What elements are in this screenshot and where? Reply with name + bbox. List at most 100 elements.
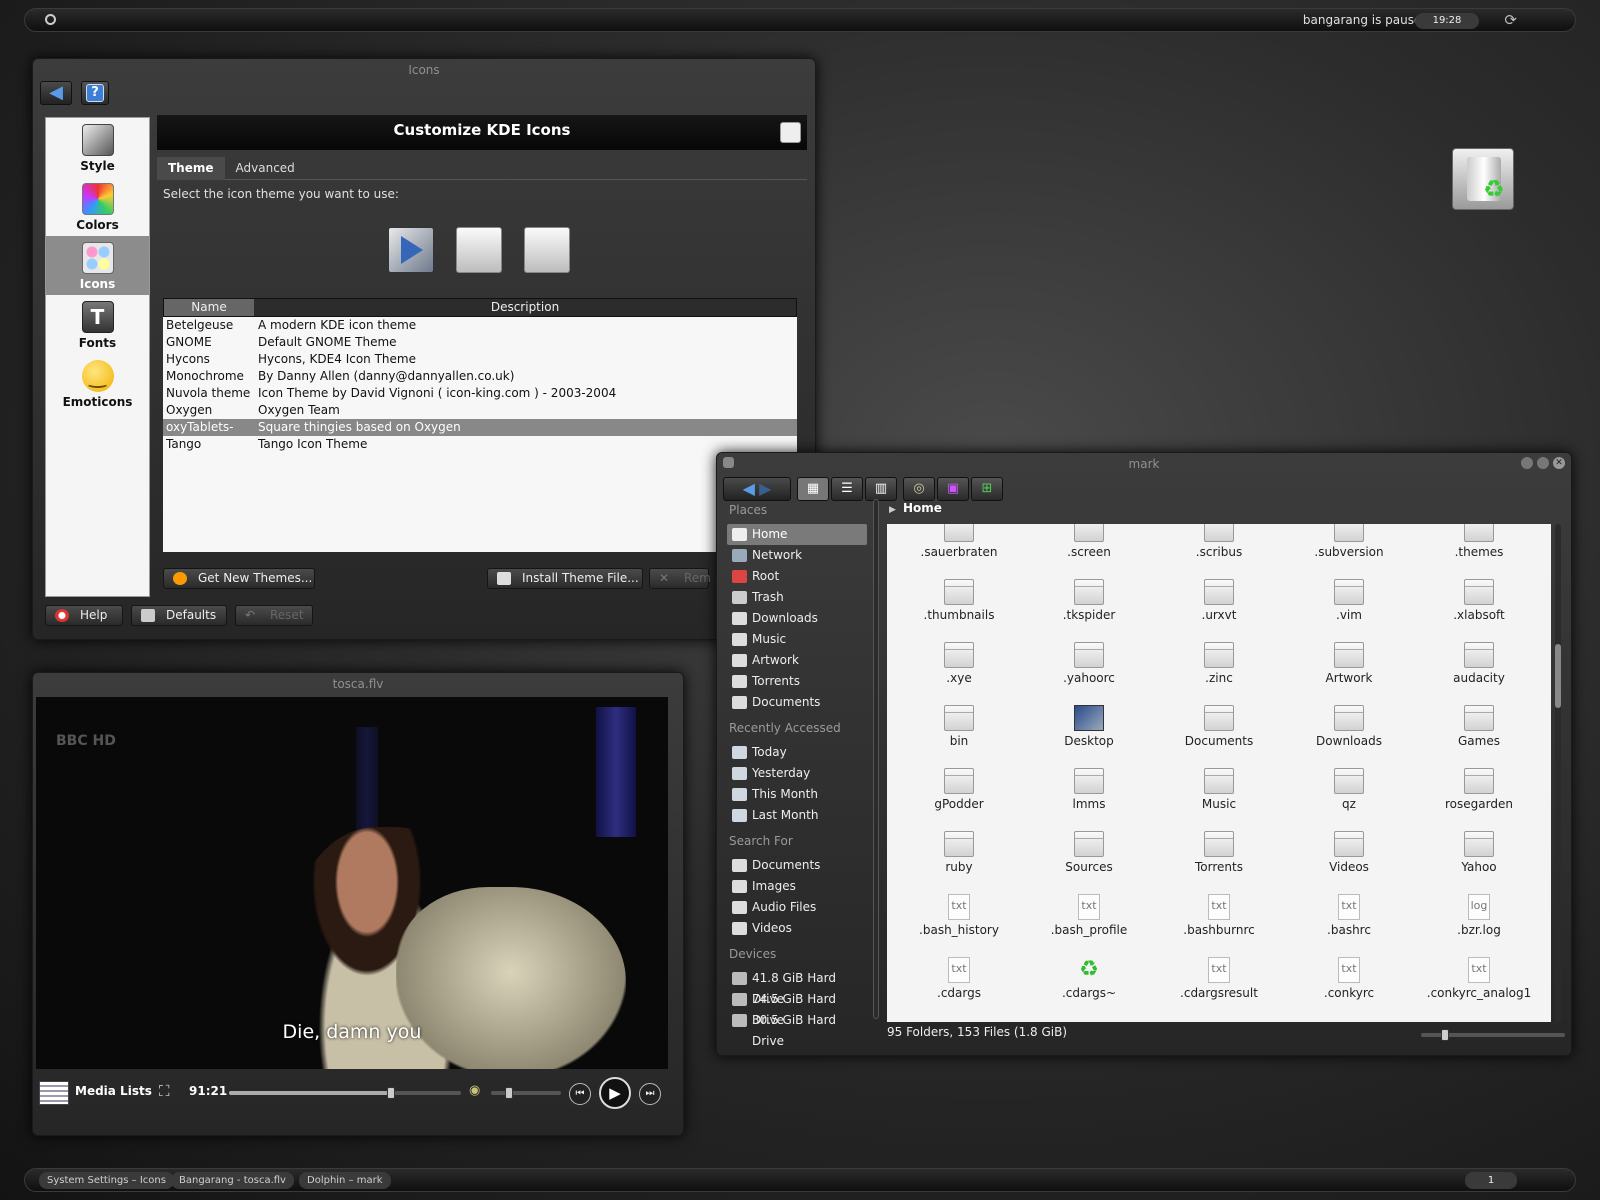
forward-arrow-icon[interactable]: ▶ bbox=[759, 479, 771, 498]
places-item-audio-files[interactable]: Audio Files bbox=[727, 897, 867, 918]
media-lists-button[interactable]: Media Lists bbox=[75, 1084, 152, 1098]
trash-icon[interactable]: ♻ bbox=[1452, 148, 1514, 210]
places-item-41-8-gib-hard-drive[interactable]: 41.8 GiB Hard Drive bbox=[727, 968, 867, 1006]
volume-icon[interactable]: ◉ bbox=[469, 1083, 480, 1098]
places-item-documents[interactable]: Documents bbox=[727, 692, 867, 713]
file-item[interactable]: .subversion bbox=[1285, 524, 1413, 559]
theme-row[interactable]: Tango Tango Icon Theme bbox=[163, 436, 797, 453]
file-item[interactable]: .screen bbox=[1025, 524, 1153, 559]
file-item[interactable]: .tkspider bbox=[1025, 579, 1153, 622]
file-item[interactable]: log .bzr.log bbox=[1415, 894, 1543, 937]
remove-theme-button[interactable]: ✕ Rem bbox=[649, 568, 711, 589]
tab-theme[interactable]: Theme bbox=[157, 157, 225, 180]
file-item[interactable]: lmms bbox=[1025, 768, 1153, 811]
help-button[interactable]: Help bbox=[45, 605, 123, 626]
file-item[interactable]: .urxvt bbox=[1155, 579, 1283, 622]
file-item[interactable]: .zinc bbox=[1155, 642, 1283, 685]
places-item-home[interactable]: Home bbox=[727, 524, 867, 545]
places-item-last-month[interactable]: Last Month bbox=[727, 805, 867, 826]
clock[interactable]: 19:28 bbox=[1415, 13, 1479, 29]
file-item[interactable]: Downloads bbox=[1285, 705, 1413, 748]
file-item[interactable]: Artwork bbox=[1285, 642, 1413, 685]
file-item[interactable]: qz bbox=[1285, 768, 1413, 811]
minimize-icon[interactable] bbox=[1521, 457, 1533, 469]
file-item[interactable]: .thumbnails bbox=[895, 579, 1023, 622]
back-button[interactable]: ◀ bbox=[40, 81, 72, 105]
sidebar-item-emoticons[interactable]: ‿ Emoticons bbox=[46, 354, 149, 413]
install-theme-button[interactable]: Install Theme File... bbox=[487, 568, 643, 589]
reset-button[interactable]: ↶ Reset bbox=[235, 605, 313, 626]
file-item[interactable]: Torrents bbox=[1155, 831, 1283, 874]
zoom-slider[interactable] bbox=[1421, 1029, 1565, 1041]
desktop-pager[interactable]: 1 bbox=[1465, 1172, 1517, 1189]
file-item[interactable]: .vim bbox=[1285, 579, 1413, 622]
theme-row[interactable]: Oxygen Oxygen Team bbox=[163, 402, 797, 419]
close-icon[interactable]: ✕ bbox=[1553, 457, 1565, 469]
launcher-icon[interactable] bbox=[45, 14, 56, 25]
file-item[interactable]: txt .conkyrc_analog1 bbox=[1415, 957, 1543, 1000]
file-item[interactable]: txt .bash_history bbox=[895, 894, 1023, 937]
volume-slider[interactable] bbox=[491, 1087, 561, 1099]
file-item[interactable]: Desktop bbox=[1025, 705, 1153, 748]
theme-row[interactable]: oxyTablets-light Square thingies based on… bbox=[163, 419, 797, 451]
file-item[interactable]: Games bbox=[1415, 705, 1543, 748]
file-item[interactable]: .themes bbox=[1415, 524, 1543, 559]
file-item[interactable]: .scribus bbox=[1155, 524, 1283, 559]
sidebar-item-colors[interactable]: Colors bbox=[46, 177, 149, 236]
file-item[interactable]: .xye bbox=[895, 642, 1023, 685]
sidebar-item-fonts[interactable]: T Fonts bbox=[46, 295, 149, 354]
places-item-trash[interactable]: Trash bbox=[727, 587, 867, 608]
columns-view-button[interactable]: ▥ bbox=[865, 477, 897, 501]
fullscreen-icon[interactable]: ⛶ bbox=[159, 1082, 170, 1100]
places-scrollbar[interactable] bbox=[873, 499, 879, 1019]
file-item[interactable]: txt .bashburnrc bbox=[1155, 894, 1283, 937]
task-dolphin[interactable]: Dolphin – mark bbox=[299, 1172, 391, 1189]
scrollbar-thumb[interactable] bbox=[1555, 644, 1561, 708]
refresh-icon[interactable]: ⟳ bbox=[1504, 11, 1517, 29]
file-item[interactable]: txt .cdargs bbox=[895, 957, 1023, 1000]
column-name[interactable]: Name bbox=[164, 299, 254, 316]
theme-row[interactable]: GNOME Default GNOME Theme bbox=[163, 334, 797, 351]
breadcrumb[interactable]: Home bbox=[903, 501, 942, 515]
file-item[interactable]: txt .bash_profile bbox=[1025, 894, 1153, 937]
previous-track-button[interactable]: ⏮ bbox=[569, 1083, 591, 1105]
file-item[interactable]: bin bbox=[895, 705, 1023, 748]
file-item[interactable]: rosegarden bbox=[1415, 768, 1543, 811]
file-item[interactable]: .xlabsoft bbox=[1415, 579, 1543, 622]
file-item[interactable]: ruby bbox=[895, 831, 1023, 874]
file-item[interactable]: gPodder bbox=[895, 768, 1023, 811]
icons-view-button[interactable]: ▦ bbox=[797, 477, 829, 501]
file-item[interactable]: ♻ .cdargs~ bbox=[1025, 957, 1153, 1000]
places-item-this-month[interactable]: This Month bbox=[727, 784, 867, 805]
new-folder-button[interactable]: ⊞ bbox=[971, 477, 1003, 501]
places-item-downloads[interactable]: Downloads bbox=[727, 608, 867, 629]
seek-slider[interactable] bbox=[229, 1087, 461, 1099]
file-item[interactable]: .yahoorc bbox=[1025, 642, 1153, 685]
task-bangarang[interactable]: Bangarang - tosca.flv bbox=[171, 1172, 294, 1189]
details-view-button[interactable]: ☰ bbox=[831, 477, 863, 501]
back-button[interactable]: ◀ ▶ bbox=[723, 477, 791, 501]
file-item[interactable]: txt .bashrc bbox=[1285, 894, 1413, 937]
places-item-images[interactable]: Images bbox=[727, 876, 867, 897]
file-item[interactable]: Videos bbox=[1285, 831, 1413, 874]
play-button[interactable]: ▶ bbox=[599, 1077, 631, 1109]
preview-button[interactable]: ▣ bbox=[937, 477, 969, 501]
maximize-icon[interactable] bbox=[1537, 457, 1549, 469]
defaults-button[interactable]: Defaults bbox=[131, 605, 227, 626]
file-item[interactable]: txt .cdargsresult bbox=[1155, 957, 1283, 1000]
places-item-network[interactable]: Network bbox=[727, 545, 867, 566]
volume-handle[interactable] bbox=[504, 1087, 513, 1099]
sidebar-item-icons[interactable]: Icons bbox=[46, 236, 149, 295]
file-item[interactable]: txt .conkyrc bbox=[1285, 957, 1413, 1000]
tab-advanced[interactable]: Advanced bbox=[225, 157, 306, 180]
file-view-scrollbar[interactable] bbox=[1555, 524, 1561, 1022]
file-view[interactable]: .sauerbraten .screen .scribus .subversion .t… bbox=[887, 524, 1551, 1022]
sidebar-item-style[interactable]: Style bbox=[46, 118, 149, 177]
places-item-videos[interactable]: Videos bbox=[727, 918, 867, 939]
theme-row[interactable]: Hycons Hycons, KDE4 Icon Theme bbox=[163, 351, 797, 368]
find-button[interactable]: ◎ bbox=[903, 477, 935, 501]
video-area[interactable]: BBC HD Die, damn you bbox=[36, 697, 668, 1069]
theme-row[interactable]: Nuvola theme Icon Theme by David Vignoni … bbox=[163, 385, 797, 402]
places-item-74-5-gib-hard-drive[interactable]: 74.5 GiB Hard Drive bbox=[727, 989, 867, 1027]
places-item-root[interactable]: Root bbox=[727, 566, 867, 587]
